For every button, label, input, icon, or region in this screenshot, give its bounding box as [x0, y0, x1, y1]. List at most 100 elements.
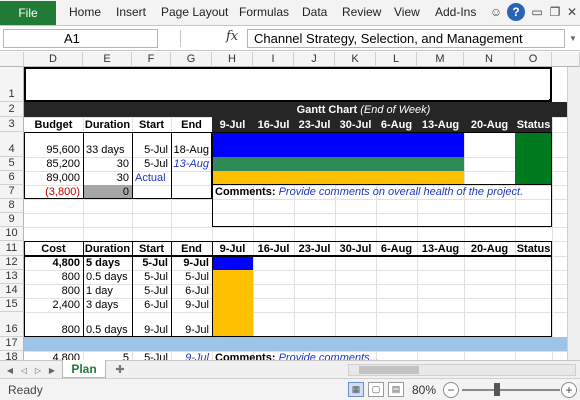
column-header-l[interactable]: L: [376, 52, 417, 67]
column-header-n[interactable]: N: [464, 52, 515, 67]
tab-home[interactable]: Home: [69, 5, 101, 19]
row-header-1[interactable]: 1: [0, 67, 24, 102]
week-header: 9-Jul: [219, 119, 246, 131]
horizontal-scrollbar[interactable]: [348, 364, 576, 376]
section-divider-band: [24, 337, 580, 351]
row-header-12[interactable]: 12: [0, 256, 24, 270]
table-divider: [171, 132, 172, 199]
row-header-6[interactable]: 6: [0, 171, 24, 185]
name-box[interactable]: A1: [3, 29, 158, 48]
comments-text: Provide comments...: [278, 352, 379, 360]
comments-box: [212, 185, 552, 227]
tab-add-ins[interactable]: Add-Ins: [435, 5, 476, 19]
table-divider: [132, 132, 133, 199]
row-header-8[interactable]: 8: [0, 199, 24, 213]
tab-view[interactable]: View: [394, 5, 420, 19]
tab-data[interactable]: Data: [302, 5, 327, 19]
column-header-g[interactable]: G: [171, 52, 212, 67]
row-header-4[interactable]: 4: [0, 132, 24, 157]
sheet-tab-plan[interactable]: Plan: [62, 360, 106, 378]
zoom-out-icon[interactable]: −: [443, 382, 459, 398]
header-start: Start: [138, 119, 165, 131]
status-header: Status: [516, 119, 551, 131]
row-header-14[interactable]: 14: [0, 284, 24, 298]
ribbon-tab-bar: File Home Insert Page Layout Formulas Da…: [0, 0, 580, 26]
grid-line: [24, 227, 580, 228]
row-header-16[interactable]: 16: [0, 312, 24, 337]
next-sheet-arrow-icon[interactable]: ▷: [32, 363, 44, 377]
column-header-e[interactable]: E: [83, 52, 132, 67]
horizontal-scroll-thumb[interactable]: [359, 366, 419, 374]
row-header-13[interactable]: 13: [0, 270, 24, 284]
table-divider: [212, 241, 213, 337]
page-layout-view-icon[interactable]: ▢: [368, 382, 384, 397]
column-header-j[interactable]: J: [294, 52, 335, 67]
file-tab[interactable]: File: [0, 1, 56, 25]
column-header-f[interactable]: F: [132, 52, 171, 67]
column-header-o[interactable]: O: [515, 52, 552, 67]
row-header-15[interactable]: 15: [0, 298, 24, 312]
tab-review[interactable]: Review: [342, 5, 381, 19]
row-header-5[interactable]: 5: [0, 157, 24, 171]
status-ready: Ready: [8, 383, 43, 397]
select-all-corner[interactable]: [0, 52, 24, 67]
table-divider: [83, 241, 84, 337]
tab-page-layout[interactable]: Page Layout: [161, 5, 228, 19]
row-header-18[interactable]: 18: [0, 351, 24, 360]
row-header-3[interactable]: 3: [0, 117, 24, 132]
start-cell[interactable]: 5-Jul: [132, 351, 171, 360]
duration-cell[interactable]: 5: [83, 351, 132, 360]
help-icon[interactable]: ?: [507, 3, 525, 21]
row-header-17[interactable]: 17: [0, 337, 24, 351]
column-header-h[interactable]: H: [212, 52, 253, 67]
end-cell[interactable]: 9-Jul: [171, 351, 212, 360]
new-sheet-icon[interactable]: ✚: [112, 362, 128, 377]
sheet-tab-bar: ◀ ◁ ▷ ▶ Plan ✚: [0, 360, 580, 378]
row-header-9[interactable]: 9: [0, 213, 24, 227]
row-header-11[interactable]: 11: [0, 241, 24, 256]
gantt-chart-title: Gantt Chart (End of Week): [212, 102, 515, 117]
column-header-m[interactable]: M: [417, 52, 464, 67]
comments-label: Comments:: [215, 352, 276, 360]
last-sheet-arrow-icon[interactable]: ▶: [46, 363, 58, 377]
status-bar: Ready ▦ ▢ ▤ 80% − +: [0, 378, 580, 400]
title-cell[interactable]: [24, 67, 552, 102]
first-sheet-arrow-icon[interactable]: ◀: [4, 363, 16, 377]
task-table-border: [24, 256, 552, 337]
week-header: 6-Aug: [380, 119, 413, 131]
vertical-scrollbar[interactable]: [567, 67, 580, 360]
prev-sheet-arrow-icon[interactable]: ◁: [18, 363, 30, 377]
normal-view-icon[interactable]: ▦: [348, 382, 364, 397]
gantt-title-text: Gantt Chart: [296, 104, 358, 116]
column-header-k[interactable]: K: [335, 52, 376, 67]
table-divider: [171, 241, 172, 337]
insert-function-icon[interactable]: fx: [226, 29, 238, 44]
week-header: 23-Jul: [298, 119, 331, 131]
worksheet-grid[interactable]: D E F G H I J K L M N O 1 2 3 4 5 6 7 8 …: [0, 52, 580, 360]
smiley-icon[interactable]: ☺: [487, 3, 505, 21]
cost-cell[interactable]: 4,800: [24, 351, 83, 360]
zoom-slider-thumb[interactable]: [494, 383, 500, 396]
tab-formulas[interactable]: Formulas: [239, 5, 289, 19]
row-header-10[interactable]: 10: [0, 227, 24, 241]
page-break-view-icon[interactable]: ▤: [388, 382, 404, 397]
close-icon[interactable]: ✕: [563, 3, 580, 21]
header-end: End: [181, 119, 202, 131]
week-header: 30-Jul: [339, 119, 372, 131]
restore-icon[interactable]: ❐: [546, 3, 564, 21]
row-header-7[interactable]: 7: [0, 185, 24, 199]
zoom-level[interactable]: 80%: [412, 383, 436, 397]
minimize-icon[interactable]: ▭: [528, 3, 546, 21]
gantt-title-note: (End of Week): [360, 104, 431, 116]
column-header-d[interactable]: D: [24, 52, 83, 67]
row-header-2[interactable]: 2: [0, 102, 24, 117]
column-header-i[interactable]: I: [253, 52, 294, 67]
comments-cell[interactable]: Comments: Provide comments...: [212, 351, 552, 360]
formula-input[interactable]: Channel Strategy, Selection, and Managem…: [247, 29, 565, 48]
zoom-slider-track[interactable]: [462, 389, 560, 391]
zoom-in-icon[interactable]: +: [561, 382, 577, 398]
tab-insert[interactable]: Insert: [116, 5, 146, 19]
formula-bar: A1 fx Channel Strategy, Selection, and M…: [0, 26, 580, 51]
expand-formula-bar-icon[interactable]: ▼: [567, 29, 579, 48]
week-header: 16-Jul: [257, 119, 290, 131]
